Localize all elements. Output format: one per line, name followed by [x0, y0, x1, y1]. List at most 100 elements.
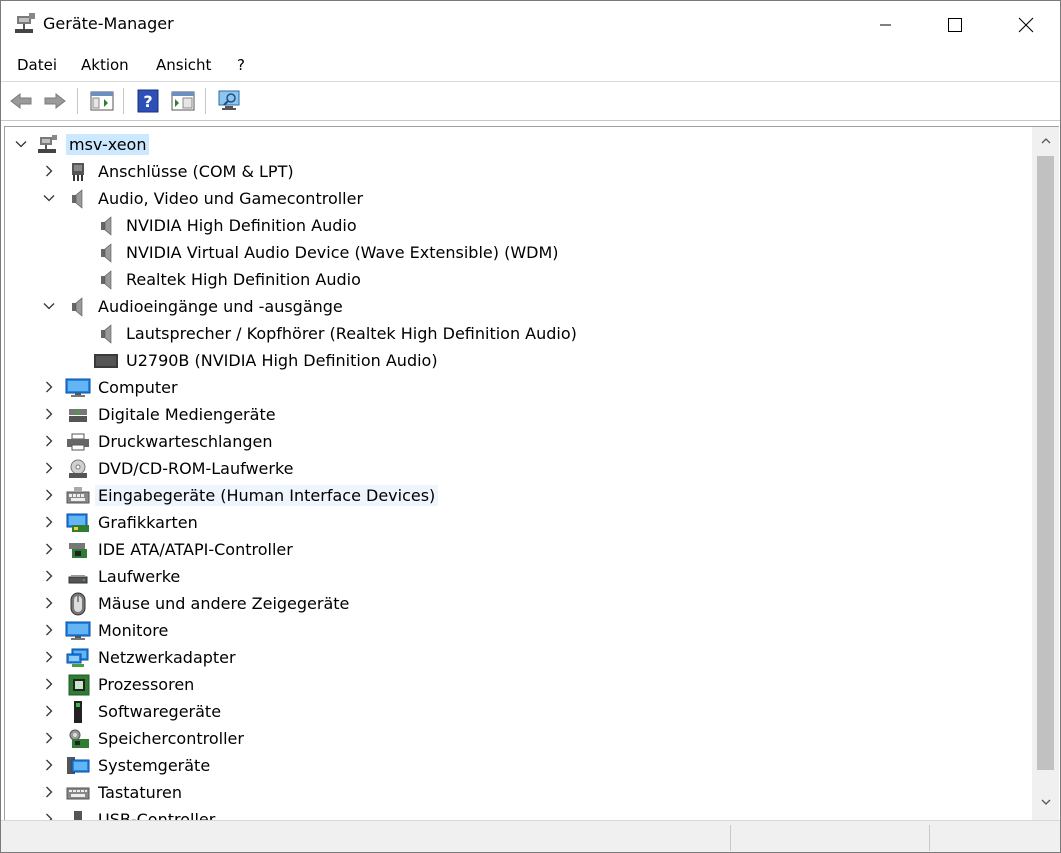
chevron-right-icon[interactable]: [43, 597, 55, 609]
minimize-button[interactable]: [851, 1, 920, 49]
tree-leaf-device[interactable]: NVIDIA Virtual Audio Device (Wave Extens…: [5, 239, 1029, 266]
close-button[interactable]: [991, 1, 1060, 49]
tree-leaf-device[interactable]: Realtek High Definition Audio: [5, 266, 1029, 293]
tree-node-software-devices[interactable]: Softwaregeräte: [5, 698, 1029, 725]
tree-node-mice[interactable]: Mäuse und andere Zeigegeräte: [5, 590, 1029, 617]
graphics-card-icon: [66, 513, 89, 532]
back-button[interactable]: [7, 87, 35, 115]
tree-node-ide[interactable]: IDE ATA/ATAPI-Controller: [5, 536, 1029, 563]
tree-node-label: Computer: [98, 378, 178, 397]
tree-node-media-devices[interactable]: Digitale Mediengeräte: [5, 401, 1029, 428]
vertical-scrollbar[interactable]: [1032, 127, 1059, 820]
chevron-right-icon[interactable]: [43, 489, 55, 501]
back-icon: [10, 92, 32, 110]
chevron-up-icon: [1041, 138, 1050, 144]
tree-node-graphics[interactable]: Grafikkarten: [5, 509, 1029, 536]
menu-datei[interactable]: Datei: [17, 56, 57, 74]
chevron-right-icon[interactable]: [43, 408, 55, 420]
tree-node-hid[interactable]: Eingabegeräte (Human Interface Devices): [5, 482, 1029, 509]
tree-node-label: Eingabegeräte (Human Interface Devices): [95, 485, 439, 506]
chevron-right-icon[interactable]: [43, 786, 55, 798]
help-button[interactable]: ?: [134, 87, 162, 115]
toolbar-separator: [77, 88, 78, 114]
tree-node-audio-io[interactable]: Audioeingänge und -ausgänge: [5, 293, 1029, 320]
scroll-down-button[interactable]: [1032, 792, 1059, 812]
system-device-icon: [67, 757, 90, 774]
tree-leaf-device[interactable]: U2790B (NVIDIA High Definition Audio): [5, 347, 1029, 374]
tree-node-print-queues[interactable]: Druckwarteschlangen: [5, 428, 1029, 455]
maximize-icon: [947, 18, 962, 32]
show-hide-console-tree-button[interactable]: [88, 87, 116, 115]
tree-node-computer[interactable]: Computer: [5, 374, 1029, 401]
mouse-icon: [70, 592, 86, 616]
tree-node-label: Grafikkarten: [98, 513, 198, 532]
scroll-up-button[interactable]: [1032, 131, 1059, 151]
tree-leaf-device[interactable]: Lautsprecher / Kopfhörer (Realtek High D…: [5, 320, 1029, 347]
tree-node-label: Prozessoren: [98, 675, 195, 694]
tree-node-label: Digitale Mediengeräte: [98, 405, 276, 424]
menu-aktion[interactable]: Aktion: [81, 56, 129, 74]
dvd-drive-icon: [69, 459, 87, 478]
tree-root[interactable]: msv-xeon: [5, 131, 1029, 158]
toolbar: ?: [1, 82, 1060, 121]
scrollbar-thumb[interactable]: [1037, 156, 1054, 770]
maximize-button[interactable]: [920, 1, 989, 49]
chevron-right-icon[interactable]: [43, 624, 55, 636]
chevron-right-icon[interactable]: [43, 732, 55, 744]
tree-leaf-device[interactable]: NVIDIA High Definition Audio: [5, 212, 1029, 239]
scan-hardware-button[interactable]: [216, 87, 244, 115]
software-device-icon: [74, 701, 82, 723]
tree-node-ports[interactable]: Anschlüsse (COM & LPT): [5, 158, 1029, 185]
tree-node-label: Speichercontroller: [98, 729, 244, 748]
tree-node-audio-video[interactable]: Audio, Video und Gamecontroller: [5, 185, 1029, 212]
chevron-down-icon[interactable]: [43, 192, 55, 204]
device-manager-window: Geräte-Manager Datei Aktion Ansicht ? ? …: [0, 0, 1061, 853]
chevron-down-icon[interactable]: [15, 138, 27, 150]
tree-node-network[interactable]: Netzwerkadapter: [5, 644, 1029, 671]
tree-node-disk-drives[interactable]: Laufwerke: [5, 563, 1029, 590]
computer-icon: [65, 378, 91, 397]
properties-button[interactable]: [169, 87, 197, 115]
tree-node-dvd[interactable]: DVD/CD-ROM-Laufwerke: [5, 455, 1029, 482]
title-bar[interactable]: Geräte-Manager: [1, 1, 1060, 49]
tree-leaf-label: Lautsprecher / Kopfhörer (Realtek High D…: [126, 324, 577, 343]
chevron-right-icon[interactable]: [43, 165, 55, 177]
tree-root-label: msv-xeon: [66, 134, 150, 155]
forward-button[interactable]: [41, 87, 69, 115]
tree-node-label: Mäuse und andere Zeigegeräte: [98, 594, 350, 613]
chevron-right-icon[interactable]: [43, 435, 55, 447]
minimize-icon: [879, 24, 891, 26]
disk-drive-icon: [68, 575, 88, 584]
device-tree[interactable]: msv-xeon Anschlüsse (COM & LPT) Audio, V…: [5, 127, 1029, 820]
chevron-right-icon[interactable]: [43, 759, 55, 771]
device-tree-panel: msv-xeon Anschlüsse (COM & LPT) Audio, V…: [4, 126, 1059, 820]
tree-node-label: DVD/CD-ROM-Laufwerke: [98, 459, 294, 478]
display-device-icon: [94, 354, 118, 368]
tree-node-label: Druckwarteschlangen: [98, 432, 273, 451]
port-icon: [72, 163, 84, 181]
usb-icon: [74, 811, 82, 820]
tree-node-system-devices[interactable]: Systemgeräte: [5, 752, 1029, 779]
chevron-right-icon[interactable]: [43, 543, 55, 555]
help-icon: ?: [137, 89, 159, 113]
tree-node-processors[interactable]: Prozessoren: [5, 671, 1029, 698]
tree-node-usb[interactable]: USB-Controller: [5, 806, 1029, 820]
chevron-right-icon[interactable]: [43, 462, 55, 474]
show-hide-console-tree-icon: [90, 91, 114, 111]
chevron-right-icon[interactable]: [43, 705, 55, 717]
chevron-right-icon[interactable]: [43, 813, 55, 820]
chevron-right-icon[interactable]: [43, 570, 55, 582]
chevron-right-icon[interactable]: [43, 678, 55, 690]
tree-node-keyboards[interactable]: Tastaturen: [5, 779, 1029, 806]
chevron-right-icon[interactable]: [43, 651, 55, 663]
menu-bar: Datei Aktion Ansicht ?: [1, 49, 1060, 82]
chevron-right-icon[interactable]: [43, 516, 55, 528]
menu-ansicht[interactable]: Ansicht: [156, 56, 211, 74]
chevron-right-icon[interactable]: [43, 381, 55, 393]
menu-help[interactable]: ?: [237, 56, 245, 74]
close-icon: [1018, 17, 1033, 33]
tree-node-storage-controllers[interactable]: Speichercontroller: [5, 725, 1029, 752]
tree-node-monitors[interactable]: Monitore: [5, 617, 1029, 644]
speaker-icon: [72, 189, 83, 209]
chevron-down-icon[interactable]: [43, 300, 55, 312]
